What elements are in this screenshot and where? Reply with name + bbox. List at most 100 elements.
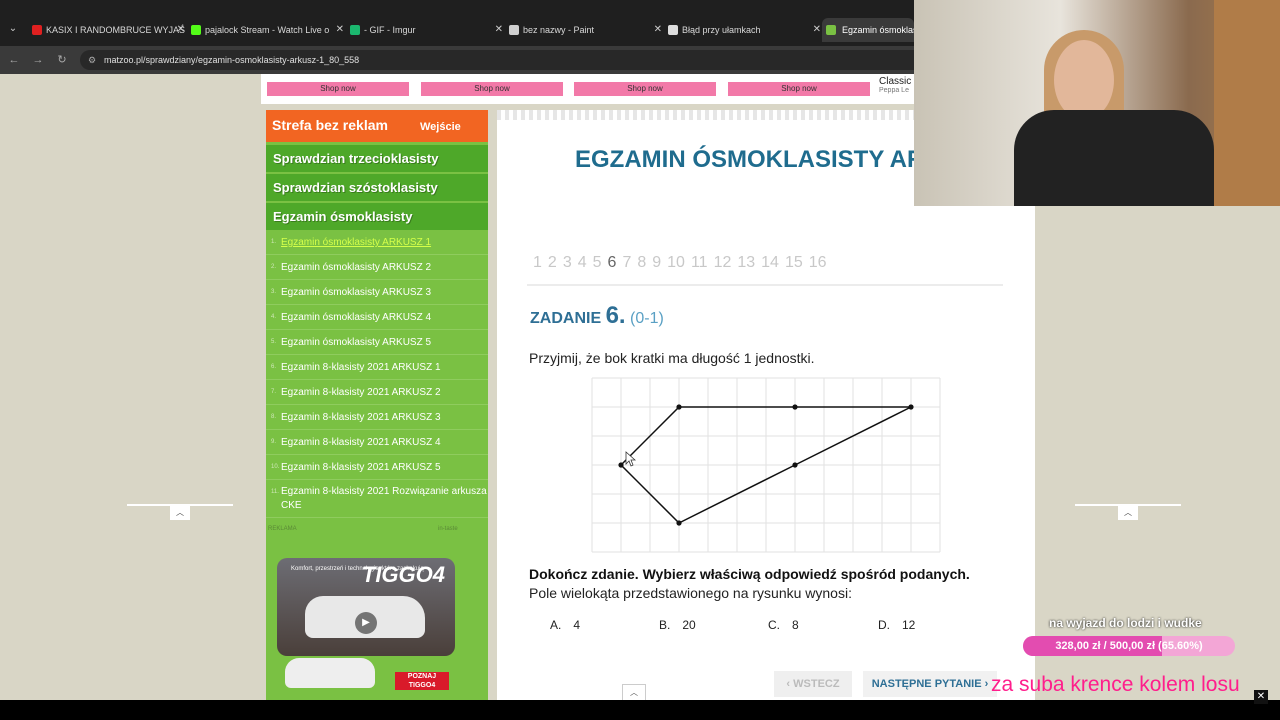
close-tab-icon[interactable]: ✕ bbox=[336, 18, 344, 42]
answer-option-a[interactable]: A. 4 bbox=[550, 618, 580, 632]
page-number[interactable]: 9 bbox=[652, 254, 661, 271]
ad-free-zone-bar[interactable]: Strefa bez reklam Wejście bbox=[266, 110, 488, 142]
answer-value: 8 bbox=[792, 618, 799, 632]
ad-classic[interactable]: Classic Peppa Le bbox=[879, 76, 911, 94]
tab-label: - GIF - Imgur bbox=[364, 25, 416, 35]
page-number[interactable]: 15 bbox=[785, 254, 803, 271]
answer-option-b[interactable]: B. 20 bbox=[659, 618, 696, 632]
page-number[interactable]: 11 bbox=[691, 254, 708, 271]
close-icon[interactable]: ✕ bbox=[1254, 690, 1268, 704]
car-ad[interactable]: Komfort, przestrzeń i technologia, które… bbox=[277, 558, 455, 694]
section-third-grade[interactable]: Sprawdzian trzecioklasisty bbox=[266, 145, 488, 172]
tab-imgur[interactable]: - GIF - Imgur ✕ bbox=[350, 18, 505, 42]
exam-item[interactable]: 11. Egzamin 8-klasisty 2021 Rozwiązanie a… bbox=[266, 480, 488, 518]
item-number: 3. bbox=[271, 289, 277, 295]
play-icon[interactable]: ▶ bbox=[355, 612, 377, 634]
close-tab-icon[interactable]: ✕ bbox=[654, 18, 662, 42]
page-number[interactable]: 1 bbox=[533, 254, 542, 271]
close-tab-icon[interactable]: ✕ bbox=[495, 18, 503, 42]
site-info-icon[interactable]: ⚙ bbox=[88, 50, 96, 70]
poznaj-button[interactable]: POZNAJ TIGGO4 bbox=[395, 672, 449, 690]
mouse-cursor-icon bbox=[625, 451, 637, 467]
left-collapse-handle[interactable]: ︿ bbox=[127, 504, 233, 520]
tab-search-icon[interactable]: ⌄ bbox=[4, 20, 22, 38]
shop-now-button[interactable]: Shop now bbox=[728, 82, 870, 96]
shop-now-button[interactable]: Shop now bbox=[267, 82, 409, 96]
exam-item[interactable]: 5. Egzamin ósmoklasisty ARKUSZ 5 bbox=[266, 330, 488, 355]
page-number[interactable]: 8 bbox=[637, 254, 646, 271]
car-ad-video[interactable]: Komfort, przestrzeń i technologia, które… bbox=[277, 558, 455, 656]
page-number[interactable]: 10 bbox=[667, 254, 685, 271]
back-icon[interactable]: ← bbox=[6, 52, 22, 68]
question-text: Pole wielokąta przedstawionego na rysunk… bbox=[529, 585, 852, 601]
item-label: Egzamin 8-klasisty 2021 Rozwiązanie arku… bbox=[281, 486, 487, 511]
page-number[interactable]: 7 bbox=[622, 254, 631, 271]
close-tab-icon[interactable]: ✕ bbox=[177, 18, 185, 42]
tab-label: pajalock Stream - Watch Live o bbox=[205, 25, 330, 35]
tab-kick[interactable]: pajalock Stream - Watch Live o ✕ bbox=[191, 18, 346, 42]
exam-item[interactable]: 1. Egzamin ósmoklasisty ARKUSZ 1 bbox=[266, 230, 488, 255]
shop-now-button[interactable]: Shop now bbox=[421, 82, 563, 96]
tab-chatgpt[interactable]: Błąd przy ułamkach ✕ bbox=[668, 18, 823, 42]
page-number[interactable]: 16 bbox=[809, 254, 827, 271]
tab-youtube[interactable]: KASIX I RANDOMBRUCE WYJAŚ ✕ bbox=[32, 18, 187, 42]
item-label: Egzamin 8-klasisty 2021 ARKUSZ 5 bbox=[281, 462, 441, 473]
item-number: 8. bbox=[271, 414, 277, 420]
exam-list: 1. Egzamin ósmoklasisty ARKUSZ 1 2. Egzami… bbox=[266, 230, 488, 518]
ad-classic-title: Classic bbox=[879, 76, 912, 87]
next-question-button[interactable]: NASTĘPNE PYTANIE › bbox=[863, 671, 997, 697]
exam-item[interactable]: 7. Egzamin 8-klasisty 2021 ARKUSZ 2 bbox=[266, 380, 488, 405]
paint-icon bbox=[509, 25, 519, 35]
vertex bbox=[908, 404, 914, 410]
section-eighth-grade[interactable]: Egzamin ósmoklasisty bbox=[266, 203, 488, 230]
exam-item[interactable]: 10. Egzamin 8-klasisty 2021 ARKUSZ 5 bbox=[266, 455, 488, 480]
url-text: matzoo.pl/sprawdziany/egzamin-osmoklasis… bbox=[104, 55, 360, 65]
exam-item[interactable]: 9. Egzamin 8-klasisty 2021 ARKUSZ 4 bbox=[266, 430, 488, 455]
tab-label: Błąd przy ułamkach bbox=[682, 25, 761, 35]
tab-label: Egzamin ósmoklasist bbox=[842, 25, 914, 35]
car-image bbox=[285, 658, 375, 688]
previous-button[interactable]: ‹ WSTECZ bbox=[774, 671, 852, 697]
page-number[interactable]: 4 bbox=[578, 254, 587, 271]
divider bbox=[527, 284, 1003, 286]
answer-value: 4 bbox=[573, 618, 581, 632]
page-number[interactable]: 12 bbox=[714, 254, 732, 271]
page-number[interactable]: 3 bbox=[563, 254, 572, 271]
task-label: ZADANIE bbox=[530, 310, 602, 327]
exam-item[interactable]: 8. Egzamin 8-klasisty 2021 ARKUSZ 3 bbox=[266, 405, 488, 430]
exam-item[interactable]: 6. Egzamin 8-klasisty 2021 ARKUSZ 1 bbox=[266, 355, 488, 380]
task-number: 6. bbox=[605, 302, 626, 329]
chevron-up-icon[interactable]: ︿ bbox=[1118, 506, 1138, 520]
page-number[interactable]: 13 bbox=[737, 254, 755, 271]
right-collapse-handle[interactable]: ︿ bbox=[1075, 504, 1181, 520]
tab-matzoo[interactable]: Egzamin ósmoklasist bbox=[822, 18, 914, 42]
shop-now-button[interactable]: Shop now bbox=[574, 82, 716, 96]
reload-icon[interactable]: ↻ bbox=[54, 52, 70, 68]
vertex bbox=[792, 404, 798, 410]
page-number[interactable]: 2 bbox=[548, 254, 557, 271]
item-label: Egzamin 8-klasisty 2021 ARKUSZ 4 bbox=[281, 437, 441, 448]
car-brand-logo: TIGGO4 bbox=[361, 562, 445, 587]
answer-option-c[interactable]: C. 8 bbox=[768, 618, 799, 632]
login-link[interactable]: Wejście bbox=[420, 121, 461, 133]
exam-item[interactable]: 2. Egzamin ósmoklasisty ARKUSZ 2 bbox=[266, 255, 488, 280]
chevron-up-icon[interactable]: ︿ bbox=[170, 506, 190, 520]
exam-item[interactable]: 3. Egzamin ósmoklasisty ARKUSZ 3 bbox=[266, 280, 488, 305]
answer-letter: A. bbox=[550, 618, 562, 632]
item-number: 6. bbox=[271, 364, 277, 370]
page-number[interactable]: 6 bbox=[608, 254, 617, 271]
close-tab-icon[interactable]: ✕ bbox=[813, 18, 821, 42]
exam-item[interactable]: 4. Egzamin ósmoklasisty ARKUSZ 4 bbox=[266, 305, 488, 330]
vertex bbox=[792, 462, 798, 468]
page-number[interactable]: 14 bbox=[761, 254, 779, 271]
item-label: Egzamin ósmoklasisty ARKUSZ 5 bbox=[281, 337, 432, 348]
answer-letter: C. bbox=[768, 618, 780, 632]
matzoo-icon bbox=[826, 25, 836, 35]
tab-paint[interactable]: bez nazwy - Paint ✕ bbox=[509, 18, 664, 42]
chevron-up-icon[interactable]: ︿ bbox=[622, 684, 646, 700]
item-number: 5. bbox=[271, 339, 277, 345]
answer-option-d[interactable]: D. 12 bbox=[878, 618, 915, 632]
section-sixth-grade[interactable]: Sprawdzian szóstoklasisty bbox=[266, 174, 488, 201]
forward-icon[interactable]: → bbox=[30, 52, 46, 68]
page-number[interactable]: 5 bbox=[593, 254, 602, 271]
